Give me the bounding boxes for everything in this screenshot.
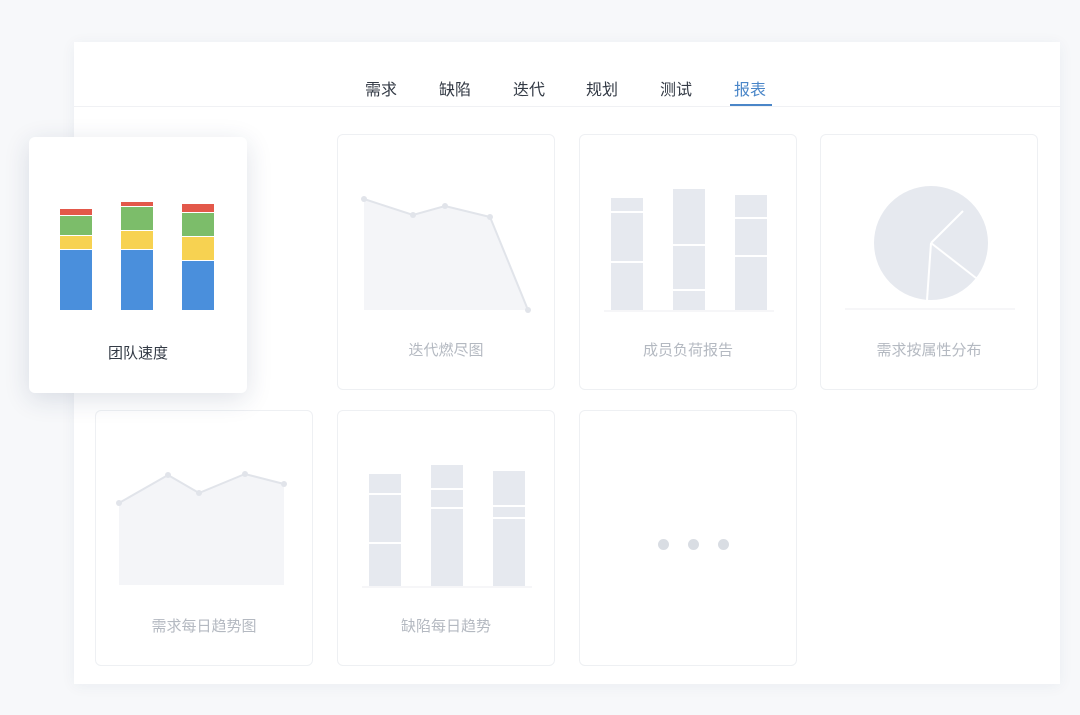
tab-planning[interactable]: 规划	[586, 76, 618, 100]
report-card-label: 缺陷每日趋势	[400, 617, 491, 635]
report-card-label: 成员负荷报告	[642, 341, 733, 359]
report-card-label: 团队速度	[107, 344, 168, 362]
tab-testing[interactable]: 测试	[660, 76, 692, 100]
report-card-distribution[interactable]: 需求按属性分布	[820, 134, 1038, 390]
tab-reports[interactable]: 报表	[734, 76, 766, 100]
report-card-more[interactable]	[579, 410, 797, 666]
report-card-label: 需求按属性分布	[876, 341, 982, 359]
tab-iterations[interactable]: 迭代	[513, 76, 545, 100]
active-tab-indicator	[730, 104, 772, 106]
tab-requirements[interactable]: 需求	[365, 76, 397, 100]
report-card-defect-trend[interactable]: 缺陷每日趋势	[337, 410, 555, 666]
more-icon	[658, 535, 729, 554]
report-card-label: 需求每日趋势图	[151, 617, 257, 635]
report-card-burndown[interactable]: 迭代燃尽图	[337, 134, 555, 390]
report-card-team-velocity[interactable]: 团队速度	[29, 137, 247, 393]
tab-defects[interactable]: 缺陷	[439, 76, 471, 100]
module-tab-bar: 需求 缺陷 迭代 规划 测试 报表	[74, 42, 1060, 107]
report-card-label: 迭代燃尽图	[408, 341, 484, 359]
report-card-member-load[interactable]: 成员负荷报告	[579, 134, 797, 390]
report-card-requirement-trend[interactable]: 需求每日趋势图	[95, 410, 313, 666]
